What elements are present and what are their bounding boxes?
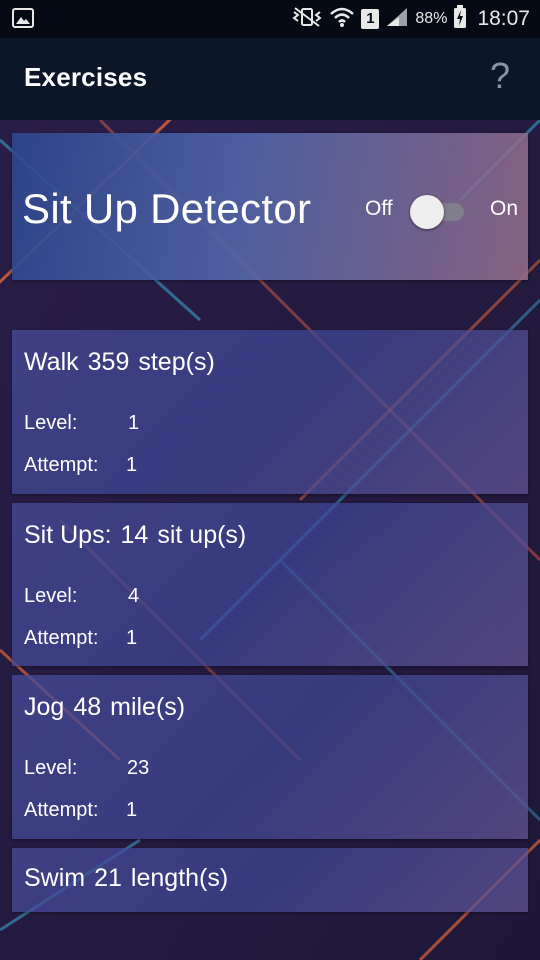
- app-screen: 1 88% 18:07 Exercises ? Sit Up Detector …: [0, 0, 540, 960]
- exercise-name: Swim: [24, 864, 86, 892]
- exercise-unit: length(s): [130, 864, 229, 892]
- exercise-amount: 359: [87, 348, 130, 376]
- mute-vibrate-icon: [291, 6, 323, 33]
- level-value: 4: [128, 585, 140, 607]
- exercise-name: Sit Ups:: [24, 521, 112, 549]
- level-value: 23: [127, 757, 150, 779]
- detector-toggle-switch[interactable]: [410, 193, 466, 229]
- help-button[interactable]: ?: [490, 58, 510, 94]
- attempt-label: Attempt:: [24, 799, 99, 821]
- wifi-icon: [329, 6, 355, 33]
- attempt-value: 1: [126, 627, 138, 649]
- exercise-amount: 14: [120, 521, 149, 549]
- level-label: Level:: [24, 585, 78, 607]
- exercise-card-walk[interactable]: Walk 359 step(s) Level: 1 Attempt: 1: [12, 330, 528, 494]
- level-value: 1: [128, 412, 140, 434]
- detector-title: Sit Up Detector: [22, 185, 312, 232]
- exercise-name: Jog: [24, 693, 65, 721]
- app-title: Exercises: [24, 62, 148, 92]
- exercise-unit: step(s): [138, 348, 215, 376]
- attempt-row: Attempt: 1: [24, 627, 137, 650]
- exercise-name: Walk: [24, 348, 79, 376]
- battery-percent: 88%: [415, 10, 448, 27]
- level-row: Level: 23: [24, 757, 149, 780]
- exercise-heading: Swim 21 length(s): [24, 864, 237, 893]
- signal-icon: [385, 6, 409, 33]
- clock: 18:07: [477, 7, 530, 30]
- toggle-on-label: On: [490, 197, 519, 220]
- exercise-heading: Sit Ups: 14 sit up(s): [24, 521, 255, 550]
- level-label: Level:: [24, 757, 78, 779]
- exercise-amount: 21: [94, 864, 122, 892]
- attempt-label: Attempt:: [24, 627, 99, 649]
- attempt-value: 1: [126, 454, 138, 476]
- battery-charging-icon: [453, 4, 467, 34]
- attempt-label: Attempt:: [24, 454, 99, 476]
- attempt-row: Attempt: 1: [24, 799, 137, 822]
- level-row: Level: 4: [24, 585, 139, 608]
- toggle-thumb: [410, 195, 444, 229]
- level-label: Level:: [24, 412, 78, 434]
- attempt-value: 1: [126, 799, 138, 821]
- toggle-off-label: Off: [365, 197, 393, 220]
- gallery-notification-icon: [12, 7, 34, 34]
- attempt-row: Attempt: 1: [24, 454, 137, 477]
- exercise-card-swim[interactable]: Swim 21 length(s): [12, 848, 528, 912]
- sim-slot-badge: 1: [361, 9, 380, 29]
- exercise-unit: mile(s): [110, 693, 186, 721]
- app-bar: Exercises ?: [0, 38, 540, 120]
- status-bar: 1 88% 18:07: [0, 0, 540, 38]
- exercise-heading: Jog 48 mile(s): [24, 693, 194, 722]
- exercise-unit: sit up(s): [157, 521, 247, 549]
- exercise-card-sit-ups[interactable]: Sit Ups: 14 sit up(s) Level: 4 Attempt: 1: [12, 503, 528, 666]
- sit-up-detector-card: Sit Up Detector Off On: [12, 133, 528, 280]
- exercise-card-jog[interactable]: Jog 48 mile(s) Level: 23 Attempt: 1: [12, 675, 528, 839]
- level-row: Level: 1: [24, 412, 139, 435]
- exercise-amount: 48: [73, 693, 102, 721]
- exercise-heading: Walk 359 step(s): [24, 348, 224, 377]
